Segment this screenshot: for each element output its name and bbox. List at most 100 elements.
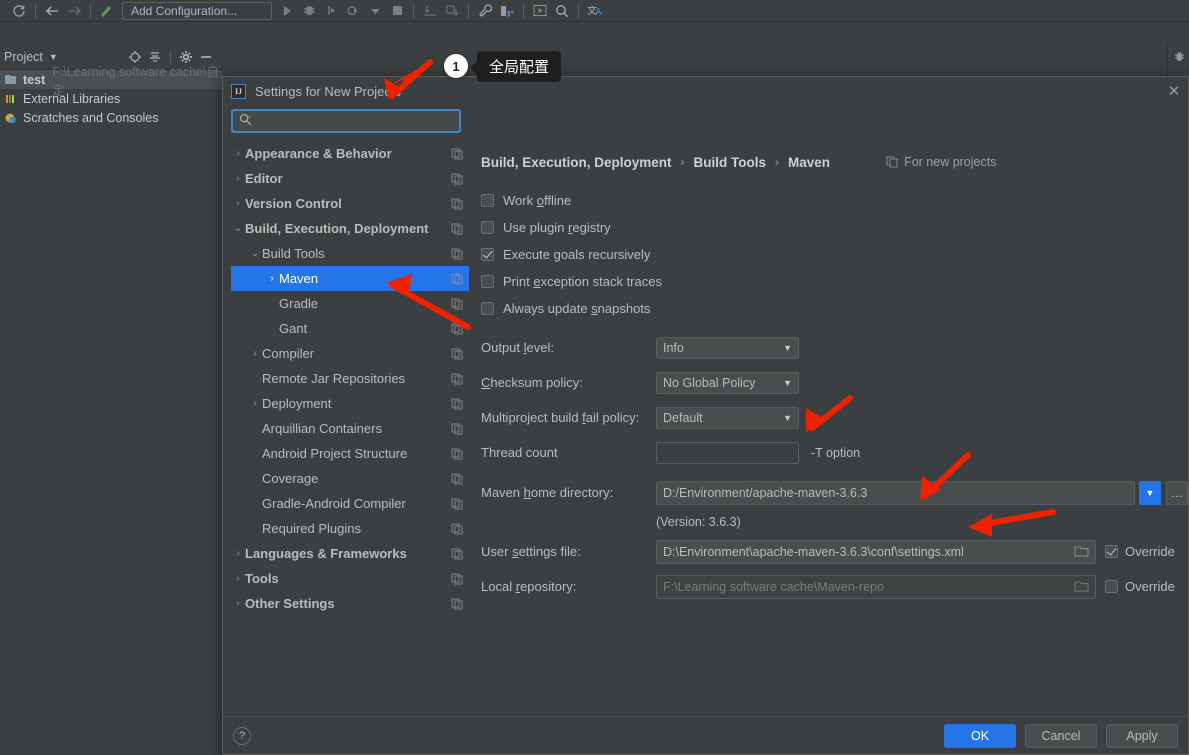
checkbox[interactable]	[481, 248, 494, 261]
help-button[interactable]: ?	[233, 726, 251, 745]
copy-settings-icon[interactable]	[451, 198, 463, 210]
checkbox[interactable]	[481, 302, 494, 315]
chevron-down-icon[interactable]: ⌄	[248, 248, 262, 259]
chevron-right-icon[interactable]: ›	[231, 573, 245, 584]
output-level-select[interactable]: Info ▼	[656, 336, 799, 359]
cancel-button[interactable]: Cancel	[1025, 723, 1097, 748]
settings-tree-item-gradle[interactable]: Gradle	[231, 291, 469, 316]
bug-icon[interactable]	[1168, 44, 1189, 68]
chevron-right-icon[interactable]: ›	[265, 273, 279, 284]
copy-settings-icon[interactable]	[451, 548, 463, 560]
maven-home-dropdown-button[interactable]: ▼	[1139, 480, 1161, 505]
copy-settings-icon[interactable]	[451, 323, 463, 335]
checkbox-row-print-exception-stack-traces[interactable]: Print exception stack traces	[481, 268, 1188, 295]
run-icon[interactable]	[276, 1, 298, 21]
chevron-down-icon[interactable]	[364, 1, 386, 21]
chevron-right-icon[interactable]: ›	[248, 348, 262, 359]
commit-icon[interactable]	[441, 1, 463, 21]
project-structure-icon[interactable]	[496, 1, 518, 21]
copy-settings-icon[interactable]	[451, 598, 463, 610]
chevron-right-icon[interactable]: ›	[231, 598, 245, 609]
checkbox-row-execute-goals-recursively[interactable]: Execute goals recursively	[481, 241, 1188, 268]
chevron-right-icon[interactable]: ›	[231, 548, 245, 559]
settings-tree-item-build-tools[interactable]: ⌄ Build Tools	[231, 241, 469, 266]
search-input[interactable]	[256, 113, 446, 129]
copy-settings-icon[interactable]	[451, 223, 463, 235]
translate-icon[interactable]: 文A	[584, 1, 606, 21]
user-settings-input[interactable]: D:\Environment\apache-maven-3.6.3\conf\s…	[656, 539, 1096, 564]
copy-settings-icon[interactable]	[451, 348, 463, 360]
settings-tree-item-maven[interactable]: › Maven	[231, 266, 469, 291]
fail-policy-select[interactable]: Default ▼	[656, 406, 799, 429]
close-icon[interactable]: ✕	[1166, 84, 1182, 100]
ok-button[interactable]: OK	[944, 723, 1016, 748]
settings-tree-item-compiler[interactable]: › Compiler	[231, 341, 469, 366]
project-tree-item[interactable]: Scratches and Consoles	[0, 108, 222, 127]
forward-arrow-icon[interactable]	[63, 1, 85, 21]
settings-tree-item-editor[interactable]: › Editor	[231, 166, 469, 191]
settings-tree-item-remote-jar-repositories[interactable]: Remote Jar Repositories	[231, 366, 469, 391]
search-everywhere-icon[interactable]	[551, 1, 573, 21]
settings-tree-item-arquillian-containers[interactable]: Arquillian Containers	[231, 416, 469, 441]
settings-tree-item-languages-frameworks[interactable]: › Languages & Frameworks	[231, 541, 469, 566]
settings-tree-item-gradle-android-compiler[interactable]: Gradle-Android Compiler	[231, 491, 469, 516]
settings-tree-item-required-plugins[interactable]: Required Plugins	[231, 516, 469, 541]
checkbox[interactable]	[481, 275, 494, 288]
settings-tree-item-other-settings[interactable]: › Other Settings	[231, 591, 469, 616]
settings-tree-item-android-project-structure[interactable]: Android Project Structure	[231, 441, 469, 466]
folder-browse-icon[interactable]	[1074, 580, 1089, 593]
run-with-coverage-icon[interactable]	[320, 1, 342, 21]
folder-browse-icon[interactable]	[1074, 545, 1089, 558]
checkbox-row-work-offline[interactable]: Work offline	[481, 187, 1188, 214]
copy-settings-icon[interactable]	[451, 448, 463, 460]
copy-settings-icon[interactable]	[451, 398, 463, 410]
copy-settings-icon[interactable]	[451, 498, 463, 510]
settings-tree-item-version-control[interactable]: › Version Control	[231, 191, 469, 216]
local-repository-override[interactable]: Override	[1105, 579, 1175, 594]
chevron-right-icon[interactable]: ›	[248, 398, 262, 409]
maven-home-browse-button[interactable]: …	[1166, 480, 1188, 505]
copy-settings-icon[interactable]	[451, 273, 463, 285]
copy-settings-icon[interactable]	[451, 573, 463, 585]
thread-count-input[interactable]	[656, 441, 799, 464]
maven-home-combo[interactable]: D:/Environment/apache-maven-3.6.3	[656, 480, 1135, 505]
stop-icon[interactable]	[386, 1, 408, 21]
project-tree-item[interactable]: test F:\Learning software cache\自定	[0, 65, 222, 98]
build-hammer-icon[interactable]	[96, 1, 118, 21]
settings-search-box[interactable]	[231, 109, 461, 133]
run-anything-icon[interactable]	[529, 1, 551, 21]
profile-icon[interactable]	[342, 1, 364, 21]
checksum-policy-select[interactable]: No Global Policy ▼	[656, 371, 799, 394]
override-checkbox[interactable]	[1105, 545, 1118, 558]
copy-settings-icon[interactable]	[451, 373, 463, 385]
debug-icon[interactable]	[298, 1, 320, 21]
chevron-right-icon[interactable]: ›	[231, 198, 245, 209]
copy-settings-icon[interactable]	[451, 523, 463, 535]
update-project-icon[interactable]	[419, 1, 441, 21]
chevron-down-icon[interactable]: ⌄	[231, 223, 245, 234]
copy-settings-icon[interactable]	[451, 423, 463, 435]
chevron-right-icon[interactable]: ›	[231, 148, 245, 159]
apply-button[interactable]: Apply	[1106, 723, 1178, 748]
settings-tree-item-gant[interactable]: Gant	[231, 316, 469, 341]
back-arrow-icon[interactable]	[41, 1, 63, 21]
copy-settings-icon[interactable]	[451, 473, 463, 485]
copy-settings-icon[interactable]	[451, 173, 463, 185]
settings-tree-item-tools[interactable]: › Tools	[231, 566, 469, 591]
override-checkbox[interactable]	[1105, 580, 1118, 593]
checkbox[interactable]	[481, 194, 494, 207]
local-repository-input[interactable]: F:\Learning software cache\Maven-repo	[656, 574, 1096, 599]
copy-settings-icon[interactable]	[451, 298, 463, 310]
settings-wrench-icon[interactable]	[474, 1, 496, 21]
settings-tree-item-appearance-behavior[interactable]: › Appearance & Behavior	[231, 141, 469, 166]
settings-tree-item-deployment[interactable]: › Deployment	[231, 391, 469, 416]
checkbox-row-always-update-snapshots[interactable]: Always update snapshots	[481, 295, 1188, 322]
settings-tree-item-coverage[interactable]: Coverage	[231, 466, 469, 491]
copy-settings-icon[interactable]	[451, 148, 463, 160]
run-configuration-selector[interactable]: Add Configuration...	[122, 1, 272, 20]
settings-tree-item-build-execution-deployment[interactable]: ⌄ Build, Execution, Deployment	[231, 216, 469, 241]
copy-settings-icon[interactable]	[451, 248, 463, 260]
sync-icon[interactable]	[8, 1, 30, 21]
checkbox[interactable]	[481, 221, 494, 234]
checkbox-row-use-plugin-registry[interactable]: Use plugin registry	[481, 214, 1188, 241]
